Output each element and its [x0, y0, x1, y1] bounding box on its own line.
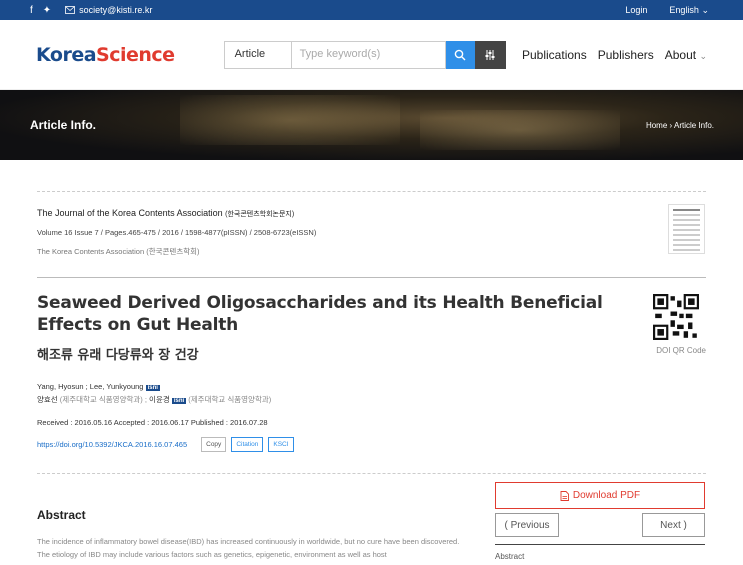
twitter-icon[interactable]: ✦: [43, 5, 51, 16]
chevron-down-icon: ⌄: [701, 4, 709, 15]
author-names-en[interactable]: Yang, Hyosun ; Lee, Yunkyoung: [37, 382, 143, 391]
publication-dates: Received : 2016.05.16 Accepted : 2016.06…: [37, 418, 268, 427]
copy-button[interactable]: Copy: [201, 437, 227, 452]
next-button[interactable]: Next ): [642, 513, 705, 537]
nav-about-label: About: [664, 47, 697, 62]
email-link[interactable]: society@kisti.re.kr: [65, 5, 152, 15]
main-nav: Publications Publishers About ⌄: [522, 48, 707, 62]
article-header: Seaweed Derived Oligosaccharides and its…: [37, 292, 706, 452]
language-select[interactable]: English ⌄: [669, 5, 709, 16]
breadcrumb-separator: ›: [669, 121, 673, 130]
logo-korea: Korea: [36, 43, 97, 66]
article-title-korean: 해조류 유래 다당류와 장 건강: [37, 348, 199, 363]
facebook-icon[interactable]: f: [30, 5, 33, 16]
banner-decoration: [420, 110, 620, 150]
cover-line: [673, 224, 700, 226]
login-link[interactable]: Login: [625, 5, 647, 15]
cover-line: [673, 219, 700, 221]
citation-button[interactable]: Citation: [231, 437, 264, 452]
journal-name-en: The Journal of the Korea Contents Associ…: [37, 208, 223, 218]
qr-code-icon[interactable]: [653, 294, 699, 340]
doi-row: https://doi.org/10.5392/JKCA.2016.16.07.…: [37, 437, 706, 452]
author-kr-2-affiliation: (제주대학교 식품영양학과): [188, 395, 272, 404]
isni-badge[interactable]: isni: [171, 398, 187, 404]
author-kr-1[interactable]: 양효선: [37, 395, 58, 404]
cover-line: [673, 239, 700, 241]
search-icon: [454, 49, 466, 60]
abstract-text: The incidence of inflammatory bowel dise…: [37, 537, 460, 559]
publisher-name: The Korea Contents Association (한국콘텐츠학회): [37, 247, 200, 256]
isni-badge[interactable]: isni: [145, 385, 160, 391]
cover-line: [673, 229, 700, 231]
cover-line: [673, 209, 700, 211]
nav-about[interactable]: About ⌄: [665, 48, 707, 62]
site-logo[interactable]: KoreaScience: [36, 44, 175, 66]
qr-code-label: DOI QR Code: [656, 346, 706, 355]
authors-english: Yang, Hyosun ; Lee, Yunkyoung isni: [37, 381, 706, 394]
journal-name-kr: (한국콘텐츠학회논문지): [225, 211, 295, 218]
search-bar: Article Type keyword(s): [223, 40, 506, 69]
author-list: Yang, Hyosun ; Lee, Yunkyoung isni 양효선 (…: [37, 381, 706, 407]
cover-line: [673, 244, 700, 246]
abstract-heading: Abstract: [37, 508, 86, 522]
mail-icon: [65, 6, 76, 14]
search-input[interactable]: Type keyword(s): [291, 40, 446, 69]
email-text: society@kisti.re.kr: [79, 5, 153, 15]
page-title: Article Info.: [30, 118, 97, 132]
chevron-down-icon: ⌄: [699, 50, 707, 61]
page-banner: Article Info. Home › Article Info.: [0, 90, 743, 160]
pdf-icon: [560, 490, 569, 501]
breadcrumb-home[interactable]: Home: [646, 121, 667, 130]
sidebar-section-label[interactable]: Abstract: [495, 552, 524, 561]
sidebar-divider: [495, 544, 705, 545]
logo-science: Science: [96, 43, 175, 66]
search-type-select[interactable]: Article: [223, 40, 292, 69]
breadcrumb-current: Article Info.: [673, 121, 714, 130]
social-links: f ✦: [30, 5, 51, 16]
site-header: KoreaScience Article Type keyword(s) Pub…: [0, 20, 743, 90]
download-pdf-label: Download PDF: [572, 490, 641, 501]
divider: [37, 473, 706, 474]
download-pdf-button[interactable]: Download PDF: [495, 482, 705, 509]
breadcrumb: Home › Article Info.: [646, 121, 714, 130]
nav-publications[interactable]: Publications: [522, 48, 587, 62]
ksci-button[interactable]: KSCI: [268, 437, 294, 452]
doi-link[interactable]: https://doi.org/10.5392/JKCA.2016.16.07.…: [37, 440, 187, 449]
advanced-search-button[interactable]: [474, 40, 506, 69]
divider: [37, 277, 706, 278]
authors-korean: 양효선 (제주대학교 식품영양학과) ; 이윤경 isni (제주대학교 식품영…: [37, 394, 706, 407]
article-title: Seaweed Derived Oligosaccharides and its…: [37, 293, 603, 335]
author-kr-1-affiliation: (제주대학교 식품영양학과) ;: [59, 395, 147, 404]
previous-button[interactable]: ( Previous: [495, 513, 559, 537]
filter-icon: [485, 49, 495, 60]
journal-cover-thumbnail[interactable]: [668, 204, 705, 254]
journal-info: The Journal of the Korea Contents Associ…: [37, 191, 706, 277]
volume-info: Volume 16 Issue 7 / Pages.465-475 / 2016…: [37, 228, 317, 237]
nav-publishers[interactable]: Publishers: [598, 48, 654, 62]
language-label: English: [669, 4, 699, 15]
journal-name[interactable]: The Journal of the Korea Contents Associ…: [37, 208, 706, 219]
author-kr-2[interactable]: 이윤경: [149, 395, 170, 404]
banner-decoration: [180, 95, 400, 145]
cover-line: [673, 249, 700, 251]
cover-line: [673, 234, 700, 236]
cover-line: [673, 214, 700, 216]
search-button[interactable]: [445, 40, 475, 69]
top-bar: f ✦ society@kisti.re.kr Login English ⌄: [0, 0, 743, 20]
